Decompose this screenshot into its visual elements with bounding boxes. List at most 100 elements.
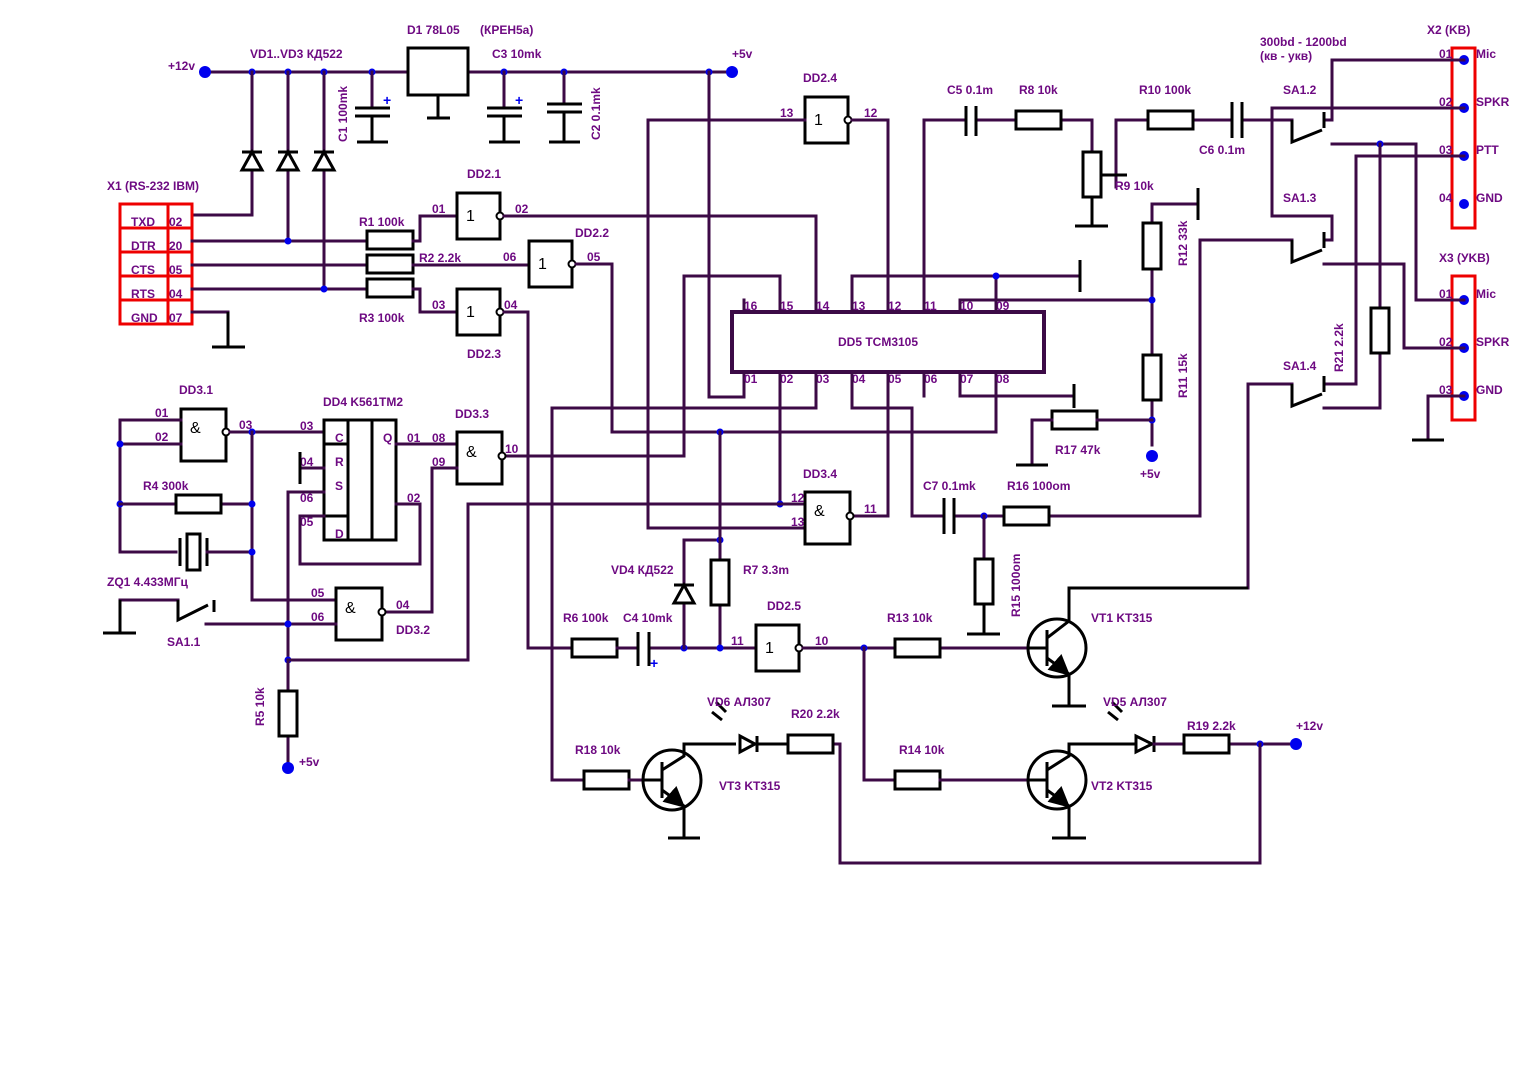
connector-x1: X1 (RS-232 IBM) TXD 02 DTR 20 CTS 05 RTS… <box>107 179 369 349</box>
label-c2: C2 0.1mk <box>589 87 603 140</box>
terminal-12v-bottom[interactable] <box>1290 738 1302 750</box>
x1-signal-rts: RTS <box>131 287 155 301</box>
resistor-r11 <box>1141 353 1163 402</box>
label-12v: +12v <box>168 59 195 73</box>
svg-text:01: 01 <box>155 406 169 420</box>
label-5v: +5v <box>732 47 753 61</box>
label-vt2: VT2 KT315 <box>1091 779 1153 793</box>
svg-text:11: 11 <box>731 634 744 648</box>
label-vt1: VT1 KT315 <box>1091 611 1153 625</box>
circuit-schematic: +12v +5v VD1..VD3 КД522 + C1 100mk D1 78… <box>103 23 1510 865</box>
label-r19: R19 2.2k <box>1187 719 1236 733</box>
dd5-pin-label: 02 <box>780 372 794 386</box>
svg-text:04: 04 <box>396 598 410 612</box>
capacitor-c1: + C1 100mk <box>336 68 391 144</box>
svg-text:1: 1 <box>538 256 547 273</box>
dd5-pin-label: 03 <box>816 372 830 386</box>
svg-text:10: 10 <box>505 442 519 456</box>
svg-text:03: 03 <box>300 419 314 433</box>
svg-text:04: 04 <box>1439 191 1453 205</box>
label-sa1-4: SA1.4 <box>1283 359 1317 373</box>
label-dd2-3: DD2.3 <box>467 347 501 361</box>
resistor-r12 <box>1141 221 1163 271</box>
label-r6: R6 100k <box>563 611 609 625</box>
diode-vd1 <box>190 68 265 217</box>
capacitor-c3: + C3 10mk <box>487 47 542 144</box>
diode-vd3 <box>311 68 337 291</box>
resistor-r5 <box>277 689 299 738</box>
resistor-r14 <box>893 769 942 791</box>
terminal-5v-r11[interactable] <box>1146 450 1158 462</box>
x1-signal-txd: TXD <box>131 215 155 229</box>
dd5-pin-label: 15 <box>780 299 794 313</box>
svg-text:01: 01 <box>432 202 446 216</box>
dd5-pin-label: 12 <box>888 299 902 313</box>
svg-text:06: 06 <box>311 610 325 624</box>
label-r2: R2 2.2k <box>419 251 461 265</box>
svg-text:06: 06 <box>503 250 517 264</box>
label-c4: C4 10mk <box>623 611 673 625</box>
label-d1: D1 78L05 <box>407 23 460 37</box>
svg-text:12: 12 <box>791 491 805 505</box>
dd5-pin-label: 13 <box>852 299 866 313</box>
svg-text:1: 1 <box>466 304 475 321</box>
resistor-r4 <box>174 493 223 515</box>
svg-text:04: 04 <box>504 298 518 312</box>
label-vd5: VD5 АЛ307 <box>1103 695 1167 709</box>
svg-text:+12v: +12v <box>1296 719 1323 733</box>
x1-signal-dtr: DTR <box>131 239 156 253</box>
label-c5: C5 0.1m <box>947 83 993 97</box>
potentiometer-r9 <box>1081 150 1103 199</box>
label-r5: R5 10k <box>253 687 267 726</box>
switch-sa1-1: SA1.1 <box>103 598 216 649</box>
svg-text:+: + <box>515 92 523 108</box>
svg-text:02: 02 <box>515 202 529 216</box>
label-d1-alt: (КРЕН5а) <box>480 23 533 37</box>
svg-text:+: + <box>650 655 658 671</box>
label-r17: R17 47k <box>1055 443 1101 457</box>
svg-text:PTT: PTT <box>1476 143 1499 157</box>
svg-text:Mic: Mic <box>1476 287 1496 301</box>
audio-tx-network: C5 0.1m R8 10k R9 10k R10 100k C6 0.1m <box>922 83 1274 228</box>
dd5-pin-label: 14 <box>816 299 830 313</box>
switch-sa1: 300bd - 1200bd (кв - укв) SA1.2 SA1.3 SA… <box>1198 35 1466 590</box>
label-dd3-2: DD3.2 <box>396 623 430 637</box>
svg-text:&: & <box>190 420 201 437</box>
svg-text:R: R <box>335 455 344 469</box>
transistor-vt2: R14 10k VT2 KT315 VD5 АЛ307 R19 2.2k +12… <box>831 695 1323 865</box>
resistor-r19 <box>1182 733 1231 755</box>
label-dd2-2: DD2.2 <box>575 226 609 240</box>
svg-text:+: + <box>383 92 391 108</box>
gate-dd3-4: & DD3.4 12 13 11 <box>791 467 877 546</box>
terminal-5v-r5[interactable] <box>282 762 294 774</box>
resistor-r2 <box>365 253 415 275</box>
diode-vd2 <box>275 68 301 243</box>
svg-text:SPKR: SPKR <box>1476 95 1510 109</box>
svg-text:05: 05 <box>587 250 601 264</box>
label-dd4: DD4 K561TM2 <box>323 395 403 409</box>
dd5-pin-label: 05 <box>888 372 902 386</box>
svg-text:(кв - укв): (кв - укв) <box>1260 49 1312 63</box>
label-c3: C3 10mk <box>492 47 542 61</box>
svg-text:08: 08 <box>432 431 446 445</box>
svg-text:12: 12 <box>864 106 878 120</box>
label-sa1-2: SA1.2 <box>1283 83 1317 97</box>
x1-pin: 05 <box>169 263 183 277</box>
svg-text:&: & <box>466 444 477 461</box>
resistor-r18 <box>582 769 631 791</box>
terminal-12v[interactable] <box>199 66 211 78</box>
resistor-r15 <box>973 557 995 606</box>
svg-text:SPKR: SPKR <box>1476 335 1510 349</box>
label-dd3-4: DD3.4 <box>803 467 837 481</box>
svg-text:C: C <box>335 431 344 445</box>
x1-pin: 04 <box>169 287 183 301</box>
label-vd4: VD4 КД522 <box>611 563 674 577</box>
terminal-5v[interactable] <box>726 66 738 78</box>
label-r1: R1 100k <box>359 215 405 229</box>
label-x2: X2 (KB) <box>1427 23 1470 37</box>
svg-text:02: 02 <box>155 430 169 444</box>
label-dd5: DD5 TCM3105 <box>838 335 918 349</box>
resistor-r10 <box>1146 109 1195 131</box>
label-c6: C6 0.1m <box>1199 143 1245 157</box>
label-c7: C7 0.1mk <box>923 479 976 493</box>
